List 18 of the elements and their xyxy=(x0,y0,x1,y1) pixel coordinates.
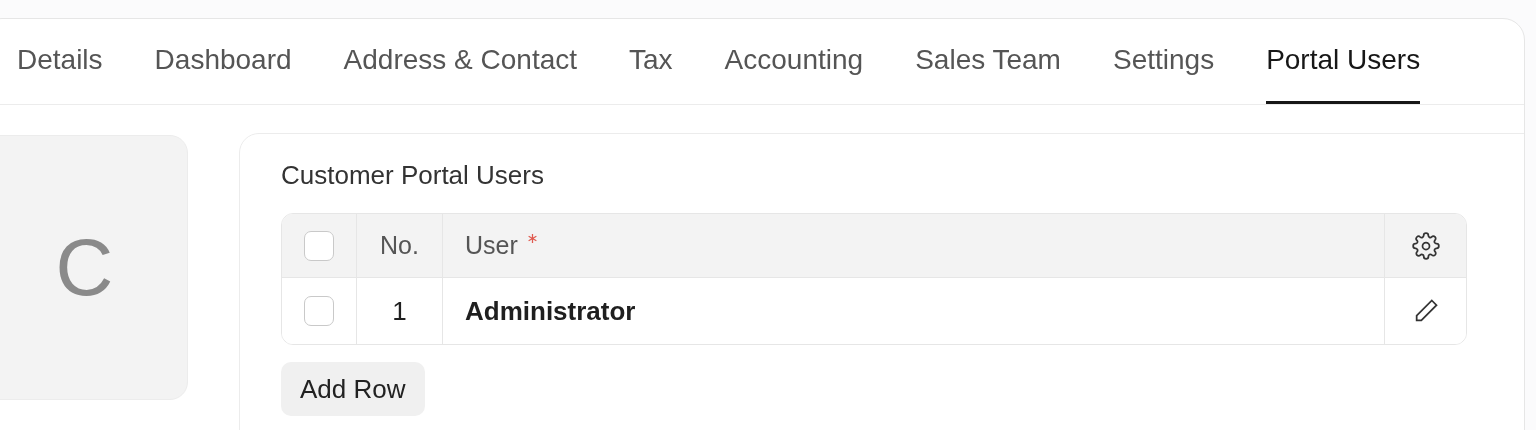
add-row-button[interactable]: Add Row xyxy=(281,362,425,416)
checkbox[interactable] xyxy=(304,230,334,261)
tab[interactable]: Accounting xyxy=(724,19,864,104)
avatar: C xyxy=(0,135,188,400)
tab[interactable]: Dashboard xyxy=(154,19,292,104)
column-header: No. xyxy=(357,214,443,277)
tab[interactable]: Address & Contact xyxy=(343,19,578,104)
section-title: Customer Portal Users xyxy=(281,159,545,192)
tab[interactable]: Tax xyxy=(629,19,673,104)
table-cell: Administrator xyxy=(443,278,1385,344)
settings-icon[interactable] xyxy=(1411,231,1440,260)
tab[interactable]: Details xyxy=(17,19,103,104)
checkbox[interactable] xyxy=(304,296,334,326)
column-label: User xyxy=(465,229,518,261)
tab[interactable]: Portal Users xyxy=(1266,19,1421,104)
tab[interactable]: Settings xyxy=(1112,19,1215,104)
table-cell: 1 xyxy=(357,278,443,344)
tab[interactable]: Sales Team xyxy=(915,19,1061,104)
